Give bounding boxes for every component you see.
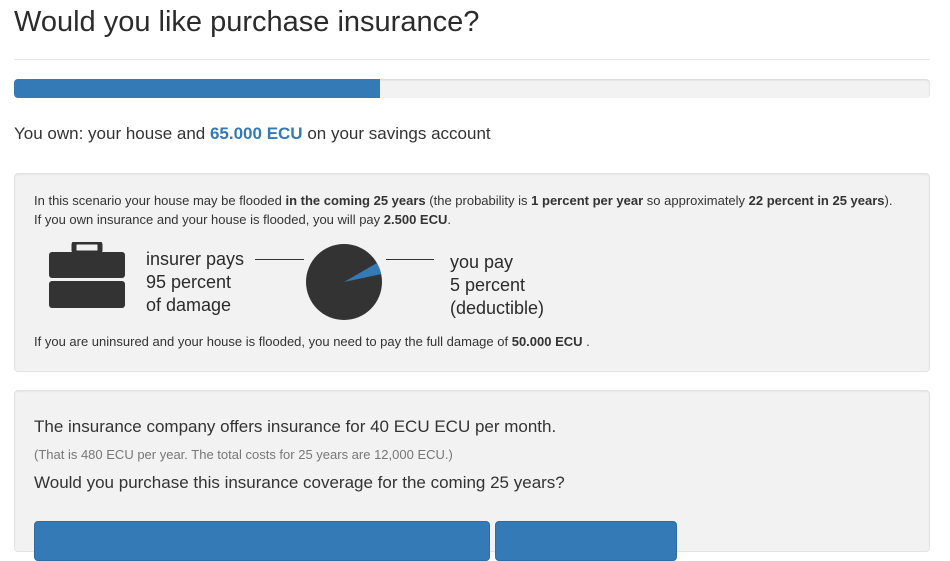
progress-bar — [14, 79, 930, 98]
page-title: Would you like purchase insurance? — [14, 6, 480, 38]
decline-insurance-button[interactable] — [495, 521, 677, 561]
insurer-line: of damage — [146, 295, 232, 315]
scenario-text-part: ). — [884, 193, 893, 208]
scenario-uninsured-text: If you are uninsured and your house is f… — [34, 332, 590, 351]
ownership-summary: You own: your house and 65.000 ECU on yo… — [14, 124, 491, 144]
scenario-text-part: If you own insurance and your house is f… — [34, 212, 384, 227]
scenario-text-part: . — [447, 212, 451, 227]
deductible-pie-chart — [306, 244, 382, 325]
title-divider — [14, 59, 930, 60]
offer-question: Would you purchase this insurance covera… — [34, 473, 565, 492]
insurer-line: 95 percent — [146, 272, 232, 292]
connector-line-right — [386, 259, 434, 260]
insured-pay-amount: 2.500 ECU — [383, 212, 448, 227]
connector-line-left — [255, 259, 304, 260]
offer-panel: The insurance company offers insurance f… — [14, 390, 930, 561]
scenario-text-part: If you are uninsured and your house is f… — [34, 334, 512, 349]
briefcase-icon — [49, 239, 125, 315]
deductible-line: 5 percent — [450, 275, 526, 295]
scenario-text-part: so approximately — [643, 193, 749, 208]
deductible-line: you pay — [450, 252, 514, 272]
scenario-text-part: . — [582, 334, 590, 349]
offer-title: The insurance company offers insurance f… — [34, 417, 557, 436]
progress-bar-fill — [14, 79, 381, 98]
insurer-line: insurer pays — [146, 249, 245, 269]
deductible-share-text: you pay 5 percent (deductible) — [450, 251, 544, 320]
scenario-annual-probability: 1 percent per year — [531, 193, 644, 208]
insurer-share-text: insurer pays 95 percent of damage — [146, 248, 244, 317]
scenario-insured-text: If you own insurance and your house is f… — [34, 210, 451, 229]
scenario-probability-text: In this scenario your house may be flood… — [34, 191, 892, 210]
scenario-text-part: (the probability is — [425, 193, 532, 208]
scenario-period: in the coming 25 years — [285, 193, 426, 208]
uninsured-damage-amount: 50.000 ECU — [511, 334, 583, 349]
scenario-total-probability: 22 percent in 25 years — [748, 193, 885, 208]
purchase-insurance-button[interactable] — [34, 521, 490, 561]
scenario-text-part: In this scenario your house may be flood… — [34, 193, 286, 208]
scenario-panel: In this scenario your house may be flood… — [14, 173, 930, 372]
savings-amount: 65.000 ECU — [209, 124, 303, 143]
deductible-line: (deductible) — [450, 298, 545, 318]
ownership-suffix: on your savings account — [302, 124, 491, 143]
ownership-prefix: You own: your house and — [14, 124, 210, 143]
offer-cost-summary: (That is 480 ECU per year. The total cos… — [34, 447, 453, 462]
